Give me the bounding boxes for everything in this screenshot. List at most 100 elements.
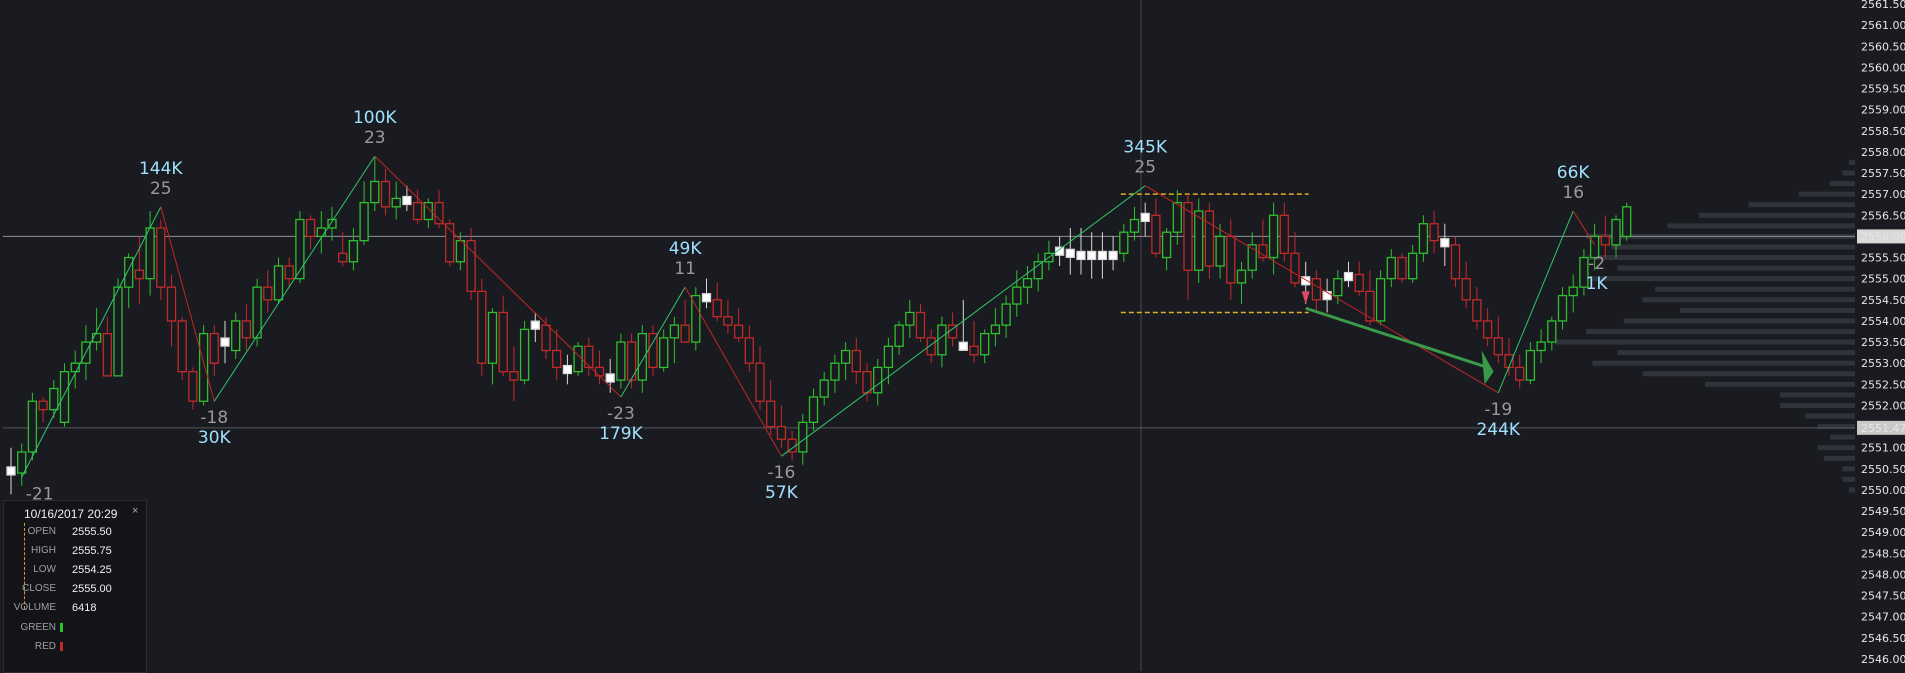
y-tick-label: 2560.00 xyxy=(1861,61,1905,74)
candle-info-panel: 10/16/2017 20:29 × OPEN 2555.50 HIGH 255… xyxy=(3,500,147,673)
current-delta-label: -2 xyxy=(1588,254,1605,274)
volume-profile-bar xyxy=(1698,212,1855,218)
price-tag-label: 2551.47 xyxy=(1861,422,1905,435)
candle-body xyxy=(669,324,680,339)
candle-body xyxy=(27,400,38,453)
candle-body xyxy=(1547,320,1557,343)
candle-body xyxy=(1365,290,1375,322)
y-tick-label: 2561.00 xyxy=(1861,19,1905,32)
swing-delta-label: -18 xyxy=(200,408,228,428)
candle-body xyxy=(1065,248,1075,258)
swing-volume-label: 144K xyxy=(139,159,183,179)
candle-body xyxy=(284,265,294,280)
close-icon[interactable]: × xyxy=(132,505,138,517)
candle-body xyxy=(776,425,787,440)
candle-body xyxy=(6,466,16,476)
candle-body xyxy=(1258,244,1268,259)
swing-volume-label: 66K xyxy=(1557,163,1591,183)
candle-body xyxy=(980,332,990,356)
y-tick-label: 2554.00 xyxy=(1861,315,1905,328)
candle-body xyxy=(1311,278,1322,301)
y-tick-label: 2552.50 xyxy=(1861,378,1905,391)
candle-body xyxy=(177,320,187,373)
candle-body xyxy=(637,332,647,381)
y-tick-label: 2548.00 xyxy=(1861,568,1905,581)
volume-profile-bar xyxy=(1842,170,1855,176)
candle-body xyxy=(1450,244,1461,280)
volume-profile-bar xyxy=(1823,455,1855,461)
candle-body xyxy=(1108,250,1118,261)
green-row: GREEN xyxy=(4,622,144,640)
candle-body xyxy=(59,370,70,424)
y-tick-label: 2558.00 xyxy=(1861,146,1905,159)
candle-body xyxy=(1172,201,1182,233)
y-tick-label: 2549.50 xyxy=(1861,505,1905,518)
candle-body xyxy=(766,400,776,428)
candle-body xyxy=(905,311,915,326)
candle-body xyxy=(1397,256,1407,280)
price-chart[interactable]: -21228K144K25-1830K100K23-23179K49K11-16… xyxy=(0,0,1905,671)
volume-profile-bar xyxy=(1617,350,1855,356)
volume-profile-bar xyxy=(1798,191,1855,197)
candle-body xyxy=(712,299,722,318)
candle-body xyxy=(541,324,551,352)
candle-body xyxy=(659,337,669,369)
candle-body xyxy=(862,370,872,394)
volume-profile-bar xyxy=(1667,223,1855,229)
candle-body xyxy=(487,311,498,364)
y-tick-label: 2548.50 xyxy=(1861,547,1905,560)
candle-body xyxy=(648,332,658,369)
candle-body xyxy=(220,337,230,347)
candle-body xyxy=(680,324,690,343)
candle-body xyxy=(124,256,134,288)
y-tick-label: 2557.00 xyxy=(1861,188,1905,201)
y-tick-label: 2557.50 xyxy=(1861,167,1905,180)
candle-body xyxy=(990,324,1001,335)
y-tick-label: 2554.50 xyxy=(1861,294,1905,307)
candle-body xyxy=(1087,250,1097,261)
candle-date: 10/16/2017 20:29 xyxy=(24,507,118,521)
candle-body xyxy=(958,341,968,351)
close-row: CLOSE 2555.00 xyxy=(4,583,144,601)
red-label: RED xyxy=(34,641,56,652)
candle-body xyxy=(616,341,626,381)
high-label: HIGH xyxy=(31,545,56,556)
candle-body xyxy=(1290,252,1300,284)
volume-profile-bar xyxy=(1642,371,1855,377)
y-tick-label: 2551.00 xyxy=(1861,442,1905,455)
y-tick-label: 2552.00 xyxy=(1861,399,1905,412)
low-label: LOW xyxy=(33,564,56,575)
volume-profile-bar xyxy=(1592,360,1855,366)
candle-body xyxy=(1001,303,1011,326)
candle-body xyxy=(937,324,947,356)
candle-body xyxy=(1076,250,1086,261)
volume-profile-bar xyxy=(1780,392,1855,398)
candle-body xyxy=(819,379,829,398)
candle-body xyxy=(840,349,851,364)
candle-body xyxy=(1557,294,1568,322)
y-tick-label: 2553.00 xyxy=(1861,357,1905,370)
candle-body xyxy=(1129,218,1140,233)
candle-body xyxy=(894,324,904,347)
candle-body xyxy=(498,311,508,373)
candle-body xyxy=(1622,206,1632,238)
volume-profile-bar xyxy=(1586,329,1855,334)
swing-delta-label: 23 xyxy=(364,128,386,148)
y-tick-label: 2550.00 xyxy=(1861,484,1905,497)
swing-delta-label: -19 xyxy=(1484,400,1512,420)
candle-body xyxy=(145,227,155,280)
candle-body xyxy=(455,239,466,263)
volume-profile-bar xyxy=(1842,476,1855,482)
candle-body xyxy=(1151,214,1161,254)
candle-body xyxy=(1119,231,1129,254)
volume-profile-bar xyxy=(1611,244,1855,250)
swing-delta-label: -16 xyxy=(768,463,796,483)
y-tick-label: 2553.50 xyxy=(1861,336,1905,349)
swing-volume-label: 30K xyxy=(198,428,232,448)
candle-body xyxy=(188,370,198,402)
candle-body xyxy=(573,345,583,373)
candle-body xyxy=(156,227,166,288)
candle-body xyxy=(1418,223,1429,254)
candle-body xyxy=(1354,273,1364,293)
candle-body xyxy=(1012,286,1022,305)
